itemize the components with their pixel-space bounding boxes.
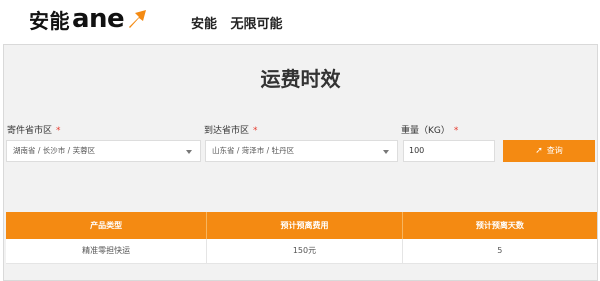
logo-en-text: ane [72,4,125,34]
weight-label-text: 重量（KG） [401,126,450,136]
chevron-down-icon [383,150,389,154]
required-mark: * [453,126,459,136]
receiver-region-value: 山东省 / 菏泽市 / 牡丹区 [212,146,295,155]
receiver-label: 到达省市区 * [204,123,258,136]
query-button[interactable]: ➚ 查询 [503,140,595,162]
receiver-region-select[interactable]: 山东省 / 菏泽市 / 牡丹区 [205,140,398,162]
column-header: 产品类型 [90,221,123,230]
sender-region-value: 湖南省 / 长沙市 / 芙蓉区 [13,146,96,155]
slogan: 安能 无限可能 [191,13,283,32]
query-button-label: 查询 [546,146,563,155]
sender-label: 寄件省市区 * [7,123,61,136]
site-header: 安能 ane 安能 无限可能 [0,0,600,42]
table-cell: 150元 [206,239,401,263]
weight-input[interactable]: 100 [403,140,495,162]
table-cell: 精准零担快运 [82,246,131,255]
slogan-part-2: 无限可能 [230,17,283,32]
send-arrow-icon: ➚ [535,146,543,156]
weight-label: 重量（KG） * [401,123,458,136]
table-cell: 5 [401,239,597,263]
slogan-part-1: 安能 [191,17,218,32]
column-header: 预计预离费用 [206,212,401,239]
column-header: 预计预离天数 [401,212,597,239]
result-table: 产品类型 预计预离费用 预计预离天数 精准零担快运 150元 5 [6,212,597,264]
page-title: 运费时效 [260,67,341,91]
logo-arrow-icon [129,10,147,28]
freight-panel: 运费时效 寄件省市区 * 到达省市区 * 重量（KG） * 湖南省 / 长沙市 / 芙… [3,44,598,281]
sender-label-text: 寄件省市区 [7,126,53,136]
required-mark: * [253,126,258,136]
receiver-label-text: 到达省市区 [204,126,250,136]
table-row: 精准零担快运 150元 5 [6,239,597,264]
sender-region-select[interactable]: 湖南省 / 长沙市 / 芙蓉区 [6,140,201,162]
logo-cn-text: 安能 [29,8,70,33]
table-header: 产品类型 预计预离费用 预计预离天数 [6,212,597,239]
ane-logo[interactable]: 安能 ane [29,4,148,34]
required-mark: * [56,126,61,136]
weight-value: 100 [409,146,425,155]
chevron-down-icon [186,150,192,154]
